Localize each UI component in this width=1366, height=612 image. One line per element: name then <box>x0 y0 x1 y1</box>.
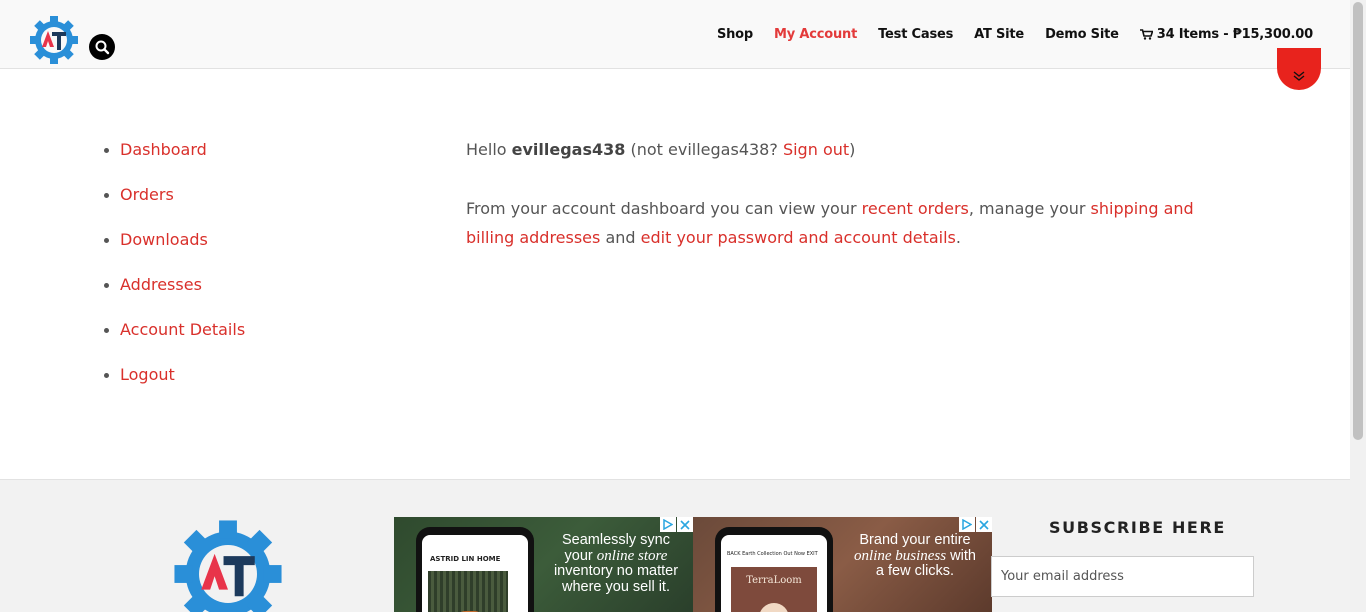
account-nav-link[interactable]: Dashboard <box>120 140 207 159</box>
ad-close-button[interactable] <box>677 517 693 532</box>
ad-headline: Seamlessly sync your online store invent… <box>546 532 686 595</box>
account-details-link[interactable]: edit your password and account details <box>641 228 956 247</box>
greeting: Hello evillegas438 (not evillegas438? Si… <box>466 138 1206 162</box>
ad-screen-topbar: BACK Earth Collection Out Now EXIT <box>727 551 818 557</box>
double-chevron-down-icon <box>1293 71 1305 81</box>
scroll-down-button[interactable] <box>1277 48 1321 90</box>
sign-out-link[interactable]: Sign out <box>783 140 849 159</box>
greeting-not-prefix: (not <box>625 140 669 159</box>
search-icon <box>95 40 110 55</box>
at-gear-logo-footer <box>174 520 282 612</box>
account-navigation: Dashboard Orders Downloads Addresses Acc… <box>104 138 245 408</box>
ad-phone-screen: ASTRID LIN HOME <box>422 535 528 612</box>
account-nav-link[interactable]: Orders <box>120 185 174 204</box>
ad-text-italic: online store <box>596 547 668 564</box>
close-icon <box>680 519 690 530</box>
not-user-text: evillegas438? <box>668 140 778 159</box>
ad-headline: Brand your entire online business with a… <box>845 532 985 580</box>
ad-text-italic: online business <box>854 547 947 564</box>
ad-choices <box>958 517 992 532</box>
dashboard-content: Hello evillegas438 (not evillegas438? Si… <box>466 138 1206 252</box>
ad-line: your online store <box>546 547 686 565</box>
ad-choices-icon <box>663 519 673 530</box>
recent-orders-link[interactable]: recent orders <box>862 199 969 218</box>
ad-text-part: with <box>946 547 976 564</box>
intro-text-3: and <box>600 228 641 247</box>
ad-screen-title: ASTRID LIN HOME <box>430 555 501 563</box>
site-header: Shop My Account Test Cases AT Site Demo … <box>0 0 1350 69</box>
account-nav-item-dashboard: Dashboard <box>104 138 245 183</box>
ad-line: where you sell it. <box>562 578 670 595</box>
ad-product-image <box>428 571 508 612</box>
username: evillegas438 <box>511 140 626 159</box>
cart-summary: 34 Items - ₱15,300.00 <box>1156 27 1313 42</box>
nav-test-cases[interactable]: Test Cases <box>878 27 953 42</box>
main-nav: Shop My Account Test Cases AT Site Demo … <box>696 0 1313 69</box>
ad-choices <box>659 517 693 532</box>
subscribe-heading: SUBSCRIBE HERE <box>1049 518 1226 537</box>
ad-line: online business with <box>845 547 985 565</box>
ad-phone-image: BACK Earth Collection Out Now EXIT Terra… <box>715 527 833 612</box>
at-gear-logo[interactable] <box>28 14 80 66</box>
nav-at-site[interactable]: AT Site <box>974 27 1024 42</box>
search-button[interactable] <box>89 34 115 60</box>
nav-demo-site[interactable]: Demo Site <box>1045 27 1119 42</box>
nav-shop[interactable]: Shop <box>717 27 753 42</box>
ad-choices-button[interactable] <box>959 517 975 532</box>
ad-line: inventory no matter <box>553 563 679 579</box>
site-footer: ASTRID LIN HOME Seamlessly sync your onl… <box>0 479 1350 612</box>
cart-icon <box>1139 29 1153 40</box>
advertisement-banner[interactable]: ASTRID LIN HOME Seamlessly sync your onl… <box>394 517 693 612</box>
ad-text-part: your <box>564 547 597 564</box>
ad-line: Seamlessly sync <box>562 532 670 548</box>
intro-text-1: From your account dashboard you can view… <box>466 199 862 218</box>
greeting-prefix: Hello <box>466 140 512 159</box>
account-nav-link[interactable]: Addresses <box>120 275 202 294</box>
account-nav-item-addresses: Addresses <box>104 273 245 318</box>
greeting-close: ) <box>849 140 856 159</box>
ad-line: a few clicks. <box>875 563 955 579</box>
ad-screen-brand: TerraLoom <box>731 567 817 612</box>
account-nav-item-account-details: Account Details <box>104 318 245 363</box>
advertisement-banner[interactable]: BACK Earth Collection Out Now EXIT Terra… <box>693 517 992 612</box>
account-nav-item-orders: Orders <box>104 183 245 228</box>
page-scrollbar[interactable] <box>1350 0 1366 612</box>
scrollbar-thumb[interactable] <box>1353 2 1363 440</box>
account-nav-link[interactable]: Account Details <box>120 320 245 339</box>
ad-phone-screen: BACK Earth Collection Out Now EXIT Terra… <box>721 535 827 612</box>
email-field[interactable] <box>991 556 1254 597</box>
ad-choices-button[interactable] <box>660 517 676 532</box>
ad-choices-icon <box>962 519 972 530</box>
account-nav-link[interactable]: Downloads <box>120 230 208 249</box>
intro-text-4: . <box>955 228 961 247</box>
account-nav-item-logout: Logout <box>104 363 245 408</box>
close-icon <box>979 519 989 530</box>
account-nav-link[interactable]: Logout <box>120 365 175 384</box>
ad-phone-image: ASTRID LIN HOME <box>416 527 534 612</box>
dashboard-intro: From your account dashboard you can view… <box>466 194 1206 252</box>
ad-close-button[interactable] <box>976 517 992 532</box>
nav-cart[interactable]: 34 Items - ₱15,300.00 <box>1139 27 1313 42</box>
intro-text-2: , manage your <box>968 199 1091 218</box>
ad-line: Brand your entire <box>859 532 971 548</box>
nav-my-account[interactable]: My Account <box>774 27 857 42</box>
account-nav-item-downloads: Downloads <box>104 228 245 273</box>
